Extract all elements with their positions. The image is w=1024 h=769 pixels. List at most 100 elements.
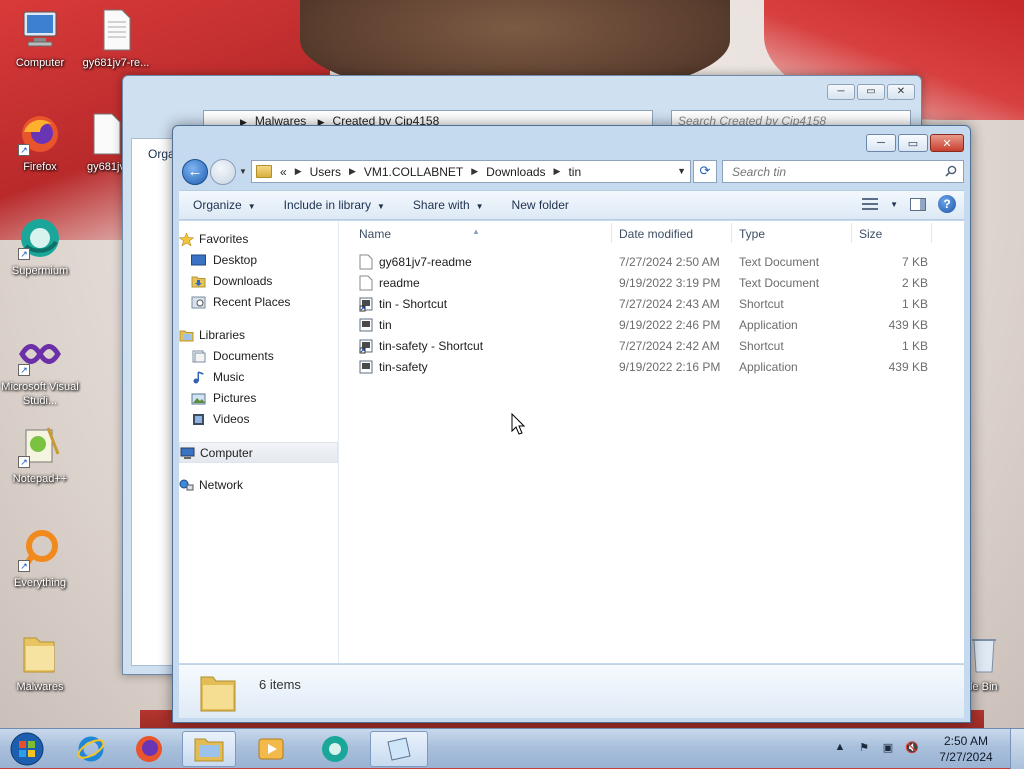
column-date-modified[interactable]: Date modified — [619, 227, 693, 241]
file-row[interactable]: tin-safety - Shortcut 7/27/2024 2:42 AM … — [340, 336, 964, 357]
file-row[interactable]: readme 9/19/2022 3:19 PM Text Document 2… — [340, 273, 964, 294]
desktop-icon-everything[interactable]: ↗ Everything — [0, 528, 80, 590]
chevron-down-icon[interactable]: ▼ — [890, 200, 898, 209]
desktop-icon-label: gy681jv7-re... — [82, 57, 150, 69]
organize-menu-partial[interactable]: Orga — [148, 147, 175, 161]
file-type: Shortcut — [739, 339, 784, 353]
start-button-icon[interactable] — [6, 731, 48, 767]
mouse-cursor-icon — [511, 413, 525, 435]
breadcrumb-overflow[interactable]: « — [280, 165, 287, 179]
file-name[interactable]: tin - Shortcut — [379, 297, 447, 311]
volume-muted-icon[interactable]: 🔇 — [903, 741, 921, 757]
sort-indicator-icon: ▲ — [472, 227, 480, 236]
minimize-button[interactable]: ─ — [827, 84, 855, 100]
desktop-icon-malwares[interactable]: Malwares — [0, 632, 80, 694]
chevron-right-icon[interactable]: ▶ — [295, 166, 302, 177]
action-center-flag-icon[interactable]: ⚑ — [855, 741, 873, 757]
breadcrumb-vm1-collabnet[interactable]: VM1.COLLABNET — [364, 165, 463, 179]
column-name[interactable]: Name — [359, 227, 391, 241]
desktop-icon-label: Notepad++ — [12, 473, 68, 485]
nav-documents[interactable]: Documents — [179, 346, 338, 367]
file-name[interactable]: readme — [379, 276, 420, 290]
chevron-right-icon[interactable]: ▶ — [471, 166, 478, 177]
chevron-down-icon[interactable]: ▼ — [677, 166, 686, 176]
taskbar: ▲ ⚑ ▣ 🔇 2:50 AM 7/27/2024 — [0, 728, 1024, 769]
nav-network[interactable]: Network — [179, 475, 338, 496]
file-row[interactable]: tin - Shortcut 7/27/2024 2:43 AM Shortcu… — [340, 294, 964, 315]
desktop-icon-gy681jv7-readme[interactable]: gy681jv7-re... — [76, 8, 156, 70]
internet-explorer-icon — [77, 736, 105, 762]
nav-videos[interactable]: Videos — [179, 409, 338, 430]
search-icon[interactable] — [945, 165, 957, 177]
change-view-icon[interactable] — [862, 198, 879, 210]
file-name[interactable]: gy681jv7-readme — [379, 255, 472, 269]
taskbar-firefox[interactable] — [122, 731, 176, 767]
nav-computer[interactable]: Computer — [179, 442, 338, 463]
share-with-menu[interactable]: Share with ▼ — [399, 198, 498, 212]
desktop-icon-supermium[interactable]: ↗ Supermium — [0, 216, 80, 278]
forward-arrow-icon[interactable] — [210, 159, 236, 185]
nav-label: Recent Places — [213, 295, 291, 309]
file-row[interactable]: gy681jv7-readme 7/27/2024 2:50 AM Text D… — [340, 252, 964, 273]
desktop-icon-visual-studio[interactable]: ↗ Microsoft Visual Studi... — [0, 332, 80, 408]
file-row[interactable]: tin 9/19/2022 2:46 PM Application 439 KB — [340, 315, 964, 336]
folder-icon — [200, 676, 236, 712]
search-field[interactable] — [722, 160, 964, 183]
explorer-window[interactable]: ─ ▭ ✕ ← ▼ « ▶ Users ▶ VM1.COLLABNET ▶ Do… — [172, 125, 971, 723]
show-hidden-icons-icon[interactable]: ▲ — [831, 741, 849, 757]
breadcrumb-downloads[interactable]: Downloads — [486, 165, 545, 179]
nav-favorites[interactable]: Favorites — [179, 229, 338, 250]
file-size: 7 KB — [901, 255, 928, 269]
file-name[interactable]: tin-safety — [379, 360, 428, 374]
nav-libraries[interactable]: Libraries — [179, 325, 338, 346]
desktop-icon-notepadpp[interactable]: ↗ Notepad++ — [0, 424, 80, 486]
include-in-library-menu[interactable]: Include in library ▼ — [270, 198, 399, 212]
back-arrow-icon[interactable]: ← — [182, 159, 208, 185]
close-button[interactable]: ✕ — [887, 84, 915, 100]
file-name[interactable]: tin-safety - Shortcut — [379, 339, 483, 353]
address-bar[interactable]: « ▶ Users ▶ VM1.COLLABNET ▶ Downloads ▶ … — [251, 160, 691, 183]
clock[interactable]: 2:50 AM 7/27/2024 — [928, 733, 1004, 765]
notepad-icon — [387, 737, 411, 761]
back-window-controls: ─ ▭ ✕ — [827, 84, 915, 100]
organize-menu[interactable]: Organize ▼ — [179, 198, 270, 212]
breadcrumb-users[interactable]: Users — [310, 165, 341, 179]
taskbar-supermium[interactable] — [308, 731, 362, 767]
nav-music[interactable]: Music — [179, 367, 338, 388]
network-status-icon[interactable]: ▣ — [879, 741, 897, 757]
file-type: Shortcut — [739, 297, 784, 311]
close-button[interactable]: ✕ — [930, 134, 964, 152]
refresh-icon[interactable]: ⟳ — [693, 160, 717, 183]
desktop-icon-computer[interactable]: Computer — [0, 8, 80, 70]
help-icon[interactable]: ? — [938, 195, 956, 213]
taskbar-notepad[interactable] — [370, 731, 428, 767]
taskbar-media-player[interactable] — [244, 731, 298, 767]
nav-pictures[interactable]: Pictures — [179, 388, 338, 409]
recent-pages-dropdown[interactable]: ▼ — [239, 167, 248, 176]
file-name[interactable]: tin — [379, 318, 392, 332]
new-folder-button[interactable]: New folder — [498, 198, 583, 212]
computer-icon — [180, 447, 195, 459]
nav-downloads[interactable]: Downloads — [179, 271, 338, 292]
maximize-button[interactable]: ▭ — [898, 134, 928, 152]
show-desktop-button[interactable] — [1010, 729, 1024, 769]
text-file-icon — [359, 275, 373, 291]
nav-desktop[interactable]: Desktop — [179, 250, 338, 271]
column-type[interactable]: Type — [739, 227, 765, 241]
window-controls: ─ ▭ ✕ — [866, 134, 964, 152]
nav-label: Downloads — [213, 274, 273, 288]
chevron-right-icon[interactable]: ▶ — [554, 166, 561, 177]
videos-icon — [193, 414, 204, 425]
file-row[interactable]: tin-safety 9/19/2022 2:16 PM Application… — [340, 357, 964, 378]
breadcrumb-tin[interactable]: tin — [568, 165, 581, 179]
nav-label: Music — [213, 370, 245, 384]
taskbar-internet-explorer[interactable] — [64, 731, 118, 767]
preview-pane-icon[interactable] — [910, 197, 926, 211]
chevron-right-icon[interactable]: ▶ — [349, 166, 356, 177]
taskbar-windows-explorer[interactable] — [182, 731, 236, 767]
maximize-button[interactable]: ▭ — [857, 84, 885, 100]
minimize-button[interactable]: ─ — [866, 134, 896, 152]
nav-recent-places[interactable]: Recent Places — [179, 292, 338, 313]
column-size[interactable]: Size — [859, 227, 882, 241]
search-input[interactable] — [730, 163, 941, 180]
